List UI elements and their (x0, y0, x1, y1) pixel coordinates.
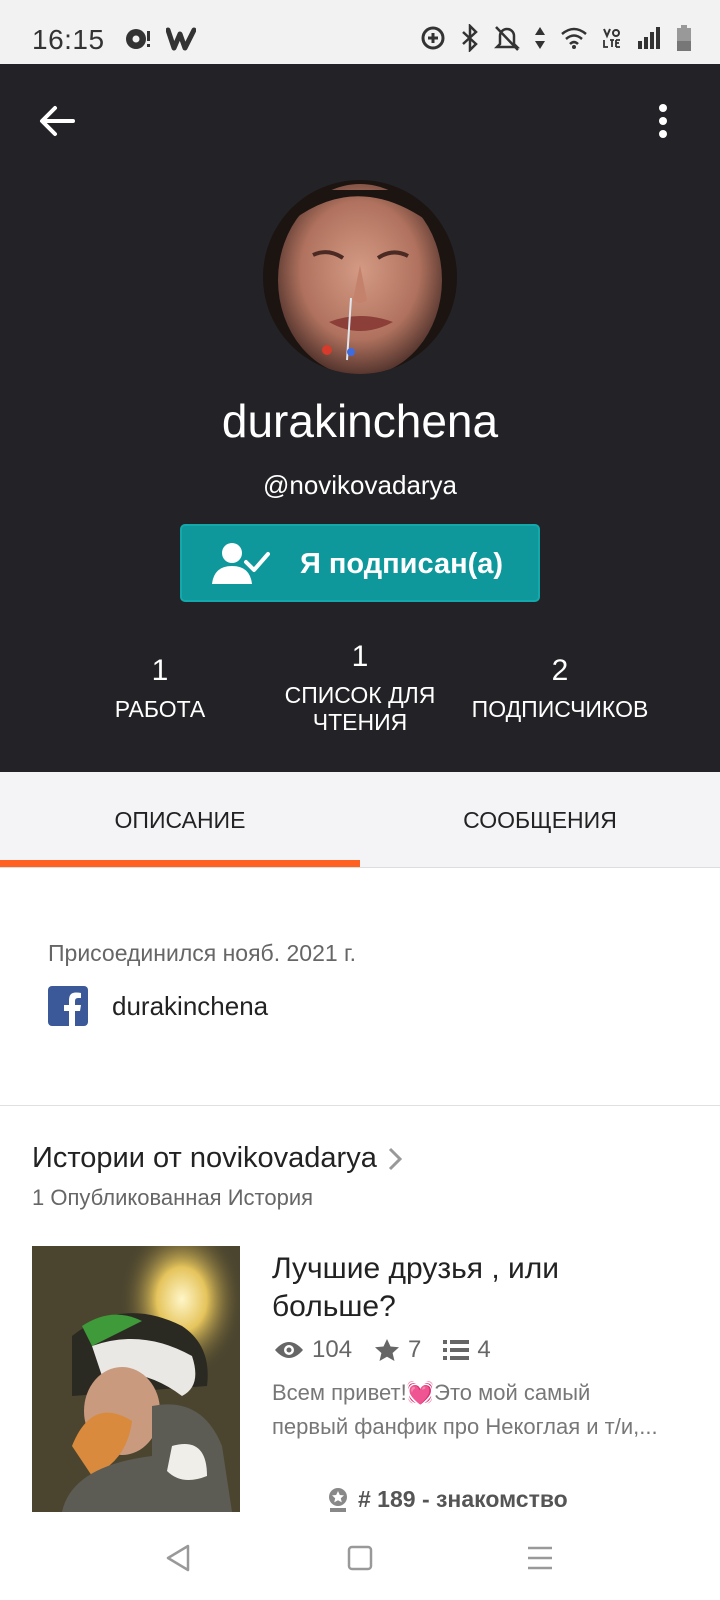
triangle-back-icon (166, 1544, 190, 1572)
stat-works[interactable]: 1 РАБОТА (90, 654, 230, 723)
reading-lists-label-line2: ЧТЕНИЯ (312, 709, 408, 735)
avatar-image (263, 180, 457, 374)
story-title[interactable]: Лучшие друзья , или больше? (272, 1250, 672, 1326)
menu-lines-icon (528, 1546, 552, 1570)
nav-recents-button[interactable] (510, 1536, 570, 1580)
more-options-button[interactable] (636, 94, 690, 148)
following-button[interactable]: Я подписан(а) (180, 524, 540, 602)
followers-count: 2 (551, 654, 569, 687)
user-check-icon (212, 543, 270, 584)
status-time: 16:15 (32, 24, 105, 55)
facebook-icon (48, 986, 88, 1026)
views-count: 104 (312, 1336, 353, 1363)
tab-about[interactable]: ОПИСАНИЕ (0, 772, 360, 868)
data-saver-icon (421, 26, 445, 50)
arrow-left-icon (40, 106, 75, 136)
story-votes: 7 (374, 1336, 421, 1364)
ranking-tag-label: # 189 - знакомство (358, 1486, 568, 1512)
reading-lists-label-line1: СПИСОК ДЛЯ (284, 682, 436, 708)
nav-home-button[interactable] (330, 1536, 390, 1580)
eye-icon (275, 1342, 303, 1358)
stat-followers[interactable]: 2 ПОДПИСЧИКОВ (460, 654, 660, 723)
story-description-start: Всем привет! (272, 1380, 407, 1405)
avatar[interactable] (263, 180, 457, 374)
reading-lists-count: 1 (351, 640, 369, 673)
section-divider (0, 1105, 720, 1106)
status-bar: 16:15 (0, 0, 720, 64)
followers-label: ПОДПИСЧИКОВ (471, 696, 649, 722)
story-views: 104 (274, 1336, 352, 1364)
data-arrows-icon (535, 27, 545, 49)
story-parts: 4 (443, 1336, 491, 1364)
active-tab-indicator (0, 860, 360, 867)
joined-date: Присоединился нояб. 2021 г. (48, 940, 357, 966)
wifi-icon (561, 27, 587, 49)
facebook-link[interactable]: durakinchena (48, 986, 268, 1026)
following-button-label: Я подписан(а) (300, 548, 504, 580)
story-description: Всем привет!💓Это мой самый первый фанфик… (272, 1376, 672, 1444)
status-right-icons (420, 24, 692, 52)
story-stats: 104 7 4 (274, 1336, 513, 1364)
facebook-name: durakinchena (112, 990, 269, 1021)
tab-messages[interactable]: СООБЩЕНИЯ (360, 772, 720, 868)
notifications-off-icon (494, 26, 520, 51)
ranking-icon (329, 1487, 347, 1512)
profile-header: durakinchena @novikovadarya Я подписан(а… (0, 64, 720, 772)
battery-icon (677, 25, 691, 51)
chevron-right-icon (388, 1147, 402, 1170)
star-icon (375, 1339, 400, 1361)
heart-emoji: 💓 (406, 1380, 435, 1405)
stat-reading-lists[interactable]: 1 СПИСОК ДЛЯ ЧТЕНИЯ (270, 640, 450, 736)
username: @novikovadarya (262, 470, 458, 500)
works-count: 1 (151, 654, 169, 687)
system-nav-bar (0, 1514, 720, 1600)
nav-back-button[interactable] (148, 1536, 208, 1580)
signal-icon (638, 27, 660, 49)
list-icon (443, 1340, 470, 1360)
display-name: durakinchena (221, 395, 499, 447)
bluetooth-icon (462, 24, 478, 52)
story-cover[interactable] (32, 1246, 240, 1512)
stories-title: Истории от novikovadarya (32, 1142, 377, 1174)
stories-count: 1 Опубликованная История (32, 1185, 314, 1210)
square-home-icon (347, 1545, 373, 1571)
stories-header[interactable]: Истории от novikovadarya (32, 1142, 403, 1175)
works-label: РАБОТА (114, 696, 206, 722)
back-button[interactable] (30, 94, 84, 148)
media-icon (126, 29, 150, 49)
parts-count: 4 (477, 1336, 491, 1363)
wattpad-icon (166, 27, 196, 51)
status-left-icons (124, 26, 196, 52)
story-cover-image (32, 1246, 240, 1512)
more-vertical-icon (659, 104, 667, 138)
story-ranking-tag[interactable]: # 189 - знакомство (326, 1486, 568, 1513)
votes-count: 7 (408, 1336, 422, 1363)
volte-icon (603, 28, 620, 48)
profile-tabs: ОПИСАНИЕ СООБЩЕНИЯ (0, 772, 720, 868)
